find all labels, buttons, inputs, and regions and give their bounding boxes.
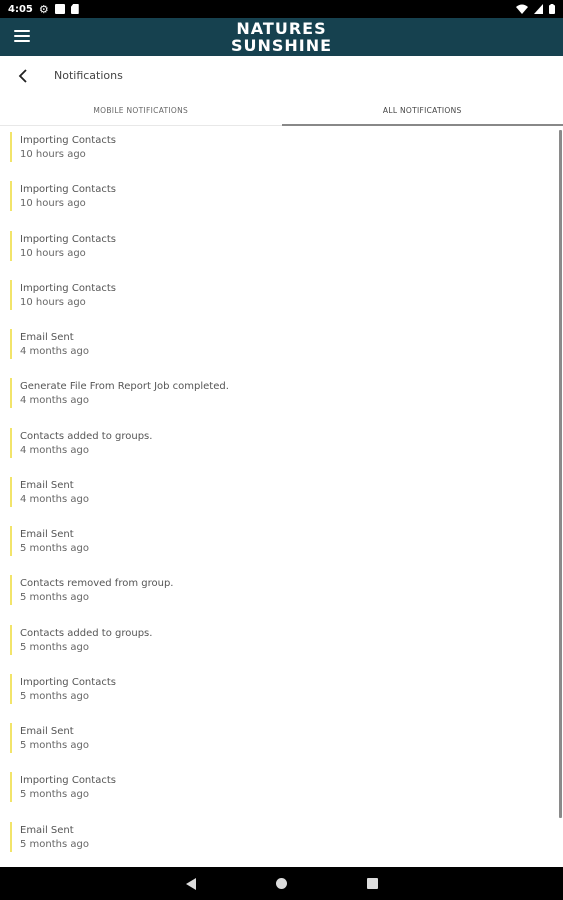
app-bar: NATURES SUNSHINE <box>0 18 563 56</box>
status-bar: 4:05 ⚙ <box>0 0 563 18</box>
tab-bar: MOBILE NOTIFICATIONS ALL NOTIFICATIONS <box>0 96 563 126</box>
notification-time: 5 months ago <box>20 789 89 801</box>
scrollbar[interactable] <box>559 130 562 818</box>
notification-title: Email Sent <box>20 332 74 343</box>
accent-bar <box>10 772 12 803</box>
notification-time: 5 months ago <box>20 592 89 604</box>
list-item[interactable]: Importing Contacts 10 hours ago <box>0 126 563 175</box>
nav-recents-icon[interactable] <box>367 878 378 889</box>
accent-bar <box>10 821 12 852</box>
nav-back-icon[interactable] <box>186 878 196 890</box>
accent-bar <box>10 476 12 507</box>
notification-title: Generate File From Report Job completed. <box>20 381 229 393</box>
accent-bar <box>10 427 12 458</box>
battery-icon <box>549 4 555 14</box>
list-item[interactable]: Importing Contacts 10 hours ago <box>0 225 563 274</box>
notification-time: 10 hours ago <box>20 198 86 210</box>
accent-bar <box>10 329 12 359</box>
notification-title: Contacts removed from group. <box>20 578 174 590</box>
accent-bar <box>10 279 12 310</box>
notification-time: 10 hours ago <box>20 149 86 160</box>
accent-bar <box>10 378 12 409</box>
list-item[interactable]: Email Sent 5 months ago <box>0 816 563 865</box>
notification-list: Importing Contacts 10 hours ago Importing… <box>0 126 563 866</box>
list-item[interactable]: Importing Contacts 10 hours ago <box>0 175 563 224</box>
notification-time: 10 hours ago <box>20 247 86 259</box>
status-time: 4:05 <box>8 3 33 15</box>
notification-title: Email Sent <box>20 726 74 737</box>
list-item[interactable]: Importing Contacts 5 months ago <box>0 668 563 717</box>
accent-bar <box>10 230 12 261</box>
page-header: Notifications <box>0 56 563 96</box>
notification-title: Contacts added to groups. <box>20 430 153 442</box>
list-item[interactable]: Generate File From Report Job completed.… <box>0 372 563 421</box>
square-icon <box>54 4 65 14</box>
notification-time: 5 months ago <box>20 543 89 554</box>
tab-mobile-notifications[interactable]: MOBILE NOTIFICATIONS <box>0 96 282 125</box>
notification-time: 5 months ago <box>20 690 89 702</box>
page-title: Notifications <box>54 69 123 82</box>
signal-icon <box>534 4 543 14</box>
notification-title: Email Sent <box>20 529 74 540</box>
notification-title: Importing Contacts <box>20 775 116 787</box>
list-item[interactable]: Contacts added to groups. 5 months ago <box>0 619 563 668</box>
accent-bar <box>10 575 12 606</box>
notification-time: 4 months ago <box>20 346 89 357</box>
accent-bar <box>10 132 12 162</box>
notification-title: Importing Contacts <box>20 282 116 294</box>
notification-title: Importing Contacts <box>20 135 116 146</box>
system-nav-bar <box>0 867 563 900</box>
notification-time: 5 months ago <box>20 740 89 751</box>
logo-line2: SUNSHINE <box>230 36 333 55</box>
notification-title: Importing Contacts <box>20 676 116 688</box>
list-item[interactable]: Email Sent 5 months ago <box>0 717 563 766</box>
notification-title: Email Sent <box>20 479 74 491</box>
notification-title: Email Sent <box>20 824 74 836</box>
list-item[interactable]: Contacts added to groups. 4 months ago <box>0 422 563 471</box>
list-item[interactable]: Email Sent 5 months ago <box>0 520 563 569</box>
notification-title: Importing Contacts <box>20 184 116 196</box>
accent-bar <box>10 181 12 212</box>
accent-bar <box>10 673 12 704</box>
notification-title: Importing Contacts <box>20 233 116 245</box>
sd-card-icon <box>70 4 79 14</box>
list-item[interactable]: Importing Contacts 10 hours ago <box>0 274 563 323</box>
notification-time: 4 months ago <box>20 395 89 407</box>
notification-title: Contacts added to groups. <box>20 627 153 639</box>
accent-bar <box>10 723 12 753</box>
back-arrow-icon[interactable] <box>14 66 34 86</box>
list-item[interactable]: Email Sent 4 months ago <box>0 323 563 372</box>
logo-line1: NATURES <box>236 19 327 38</box>
tab-all-notifications[interactable]: ALL NOTIFICATIONS <box>281 96 563 126</box>
accent-bar <box>10 624 12 655</box>
list-item[interactable]: Email Sent 4 months ago <box>0 471 563 520</box>
brand-logo: NATURES SUNSHINE <box>0 20 563 54</box>
notification-time: 4 months ago <box>20 444 89 456</box>
wifi-icon <box>516 4 528 14</box>
gear-icon: ⚙ <box>38 2 49 16</box>
notification-time: 10 hours ago <box>20 296 86 308</box>
notification-time: 5 months ago <box>20 641 89 653</box>
nav-home-icon[interactable] <box>276 878 287 889</box>
accent-bar <box>10 526 12 556</box>
list-item[interactable]: Contacts removed from group. 5 months ago <box>0 569 563 618</box>
notification-time: 5 months ago <box>20 838 89 850</box>
list-item[interactable]: Importing Contacts 5 months ago <box>0 766 563 815</box>
notification-time: 4 months ago <box>20 493 89 505</box>
